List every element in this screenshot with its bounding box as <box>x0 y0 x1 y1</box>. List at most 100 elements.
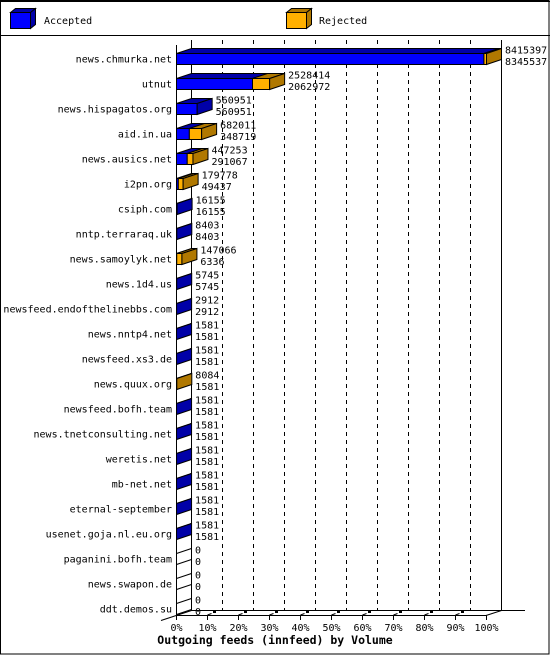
value-label-total: 16155 <box>196 196 226 207</box>
value-label-total: 5745 <box>195 271 219 282</box>
x-tick-depth-mark <box>430 611 433 613</box>
category-label: news.quux.org <box>94 380 172 391</box>
legend-swatch-rejected-side <box>306 7 312 30</box>
category-label: news.swapon.de <box>88 580 172 591</box>
x-tick-depth-mark <box>337 611 340 613</box>
value-label-accepted: 1581 <box>195 457 219 468</box>
value-label-accepted: 49437 <box>202 182 232 193</box>
bar-accepted <box>176 128 190 140</box>
x-axis-title: Outgoing feeds (innfeed) by Volume <box>157 633 392 647</box>
value-label-total: 1581 <box>195 446 219 457</box>
value-label-accepted: 1581 <box>195 507 219 518</box>
value-label-accepted: 560951 <box>216 107 252 118</box>
value-label-total: 1581 <box>195 421 219 432</box>
x-tick-depth-mark <box>306 611 309 613</box>
value-label-total: 147066 <box>200 246 236 257</box>
value-label-total: 0 <box>195 571 201 582</box>
category-label: newsfeed.bofh.team <box>64 405 172 416</box>
legend-swatch-rejected <box>286 12 307 29</box>
value-label-total: 8084 <box>195 371 219 382</box>
value-label-total: 447253 <box>211 146 247 157</box>
bar-accepted <box>176 78 253 90</box>
value-label-total: 1581 <box>195 396 219 407</box>
category-label: paganini.bofh.team <box>64 555 172 566</box>
bar-group <box>176 47 502 66</box>
value-label-accepted: 1581 <box>195 432 219 443</box>
bar-rejected <box>188 128 203 140</box>
bar-accepted <box>176 103 198 115</box>
legend-label-accepted: Accepted <box>44 16 92 27</box>
value-label-accepted: 291067 <box>211 157 247 168</box>
category-label: i2pn.org <box>124 180 172 191</box>
value-label-total: 0 <box>195 546 201 557</box>
category-label: eternal-september <box>70 505 172 516</box>
value-label-total: 1581 <box>195 471 219 482</box>
category-label: news.chmurka.net <box>76 55 172 66</box>
value-label-total: 1581 <box>195 521 219 532</box>
bar-accepted <box>176 153 188 165</box>
bar-rejected <box>186 153 194 165</box>
category-label: usenet.goja.nl.eu.org <box>46 530 172 541</box>
value-label-accepted: 0 <box>195 607 201 618</box>
x-tick-depth-mark <box>399 611 402 613</box>
category-label: weretis.net <box>106 455 172 466</box>
x-tick-label: 100% <box>474 623 498 634</box>
value-label-accepted: 2912 <box>195 307 219 318</box>
category-label: news.nntp4.net <box>88 330 172 341</box>
value-label-accepted: 1581 <box>195 407 219 418</box>
value-label-accepted: 348719 <box>220 132 256 143</box>
legend-swatch-accepted-side <box>30 7 36 30</box>
value-label-total: 8403 <box>195 221 219 232</box>
x-tick-depth-mark <box>244 611 247 613</box>
category-label: news.hispagatos.org <box>58 105 172 116</box>
value-label-accepted: 1581 <box>195 382 219 393</box>
value-label-accepted: 6336 <box>200 257 224 268</box>
x-tick-depth-mark <box>368 611 371 613</box>
value-label-total: 1581 <box>195 496 219 507</box>
value-label-accepted: 8345537 <box>505 57 547 68</box>
value-label-accepted: 0 <box>195 557 201 568</box>
legend-label-rejected: Rejected <box>319 16 367 27</box>
category-label: news.1d4.us <box>106 280 172 291</box>
value-label-total: 560951 <box>216 96 252 107</box>
value-label-accepted: 16155 <box>196 207 226 218</box>
legend-swatch-accepted <box>10 12 31 29</box>
value-label-accepted: 1581 <box>195 357 219 368</box>
value-label-total: 179778 <box>202 171 238 182</box>
value-label-accepted: 0 <box>195 582 201 593</box>
x-tick-depth-mark <box>275 611 278 613</box>
bar-rejected <box>251 78 271 90</box>
value-label-accepted: 5745 <box>195 282 219 293</box>
value-label-total: 1581 <box>195 321 219 332</box>
x-tick-label: 90% <box>446 623 464 634</box>
value-label-accepted: 1581 <box>195 482 219 493</box>
category-label: nntp.terraraq.uk <box>76 230 172 241</box>
x-tick-depth-mark <box>213 611 216 613</box>
x-tick-label: 80% <box>415 623 433 634</box>
category-label: csiph.com <box>118 205 172 216</box>
category-label: newsfeed.xs3.de <box>82 355 172 366</box>
value-label-total: 2528414 <box>288 71 330 82</box>
category-label: news.samoylyk.net <box>70 255 172 266</box>
category-label: aid.in.ua <box>118 130 172 141</box>
value-label-total: 0 <box>195 596 201 607</box>
category-label: mb-net.net <box>112 480 172 491</box>
value-label-accepted: 1581 <box>195 332 219 343</box>
value-label-total: 1581 <box>195 346 219 357</box>
value-label-total: 2912 <box>195 296 219 307</box>
value-label-accepted: 8403 <box>195 232 219 243</box>
category-label: newsfeed.endofthelinebbs.com <box>3 305 172 316</box>
value-label-accepted: 2062972 <box>288 82 330 93</box>
value-label-accepted: 1581 <box>195 532 219 543</box>
bar-rejected <box>177 178 184 190</box>
value-label-total: 682011 <box>220 121 256 132</box>
bar-group <box>176 72 286 91</box>
value-label-total: 8415397 <box>505 46 547 57</box>
x-tick-depth-mark <box>461 611 464 613</box>
category-label: news.tnetconsulting.net <box>34 430 172 441</box>
bar-accepted-top-face <box>176 48 500 54</box>
category-label: news.ausics.net <box>82 155 172 166</box>
innfeed-volume-chart: Accepted Rejected news.chmurka.net utnut n… <box>0 0 550 655</box>
bar-accepted <box>176 53 485 65</box>
bar-rejected <box>176 253 183 265</box>
